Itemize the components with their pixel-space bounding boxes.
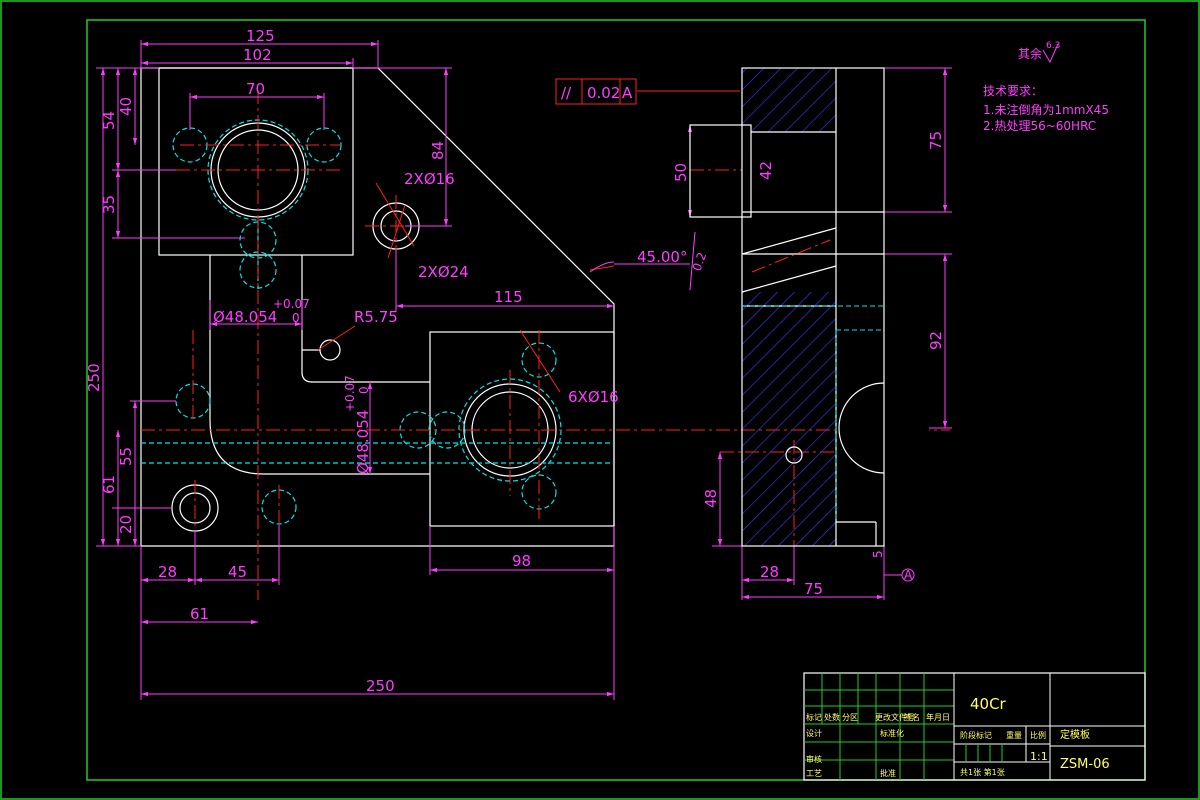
bore-a: Ø48.054	[213, 308, 277, 326]
dim-left-250: 250	[85, 363, 103, 392]
dim-left-20: 20	[117, 515, 135, 534]
dim-84: 84	[429, 141, 447, 160]
dim-bottom-61: 61	[190, 605, 209, 623]
tb-mark: 标记	[806, 712, 822, 722]
tb-design: 设计	[806, 728, 822, 738]
tb-material: 40Cr	[970, 695, 1007, 713]
tb-zone: 分区	[842, 713, 858, 722]
callout-2x24: 2XØ24	[418, 263, 469, 281]
dim-bottom-28: 28	[158, 563, 177, 581]
dim-bottom-250: 250	[366, 677, 395, 695]
tb-approve: 批准	[880, 768, 896, 778]
tb-stage: 阶段标记	[960, 730, 992, 740]
roughness-value: 6.3	[1046, 41, 1060, 51]
bore-b: Ø48.054	[354, 410, 372, 474]
tb-standard: 标准化	[880, 728, 904, 738]
tb-scale: 1:1	[1030, 750, 1048, 763]
tb-weight: 重量	[1006, 730, 1022, 740]
bore-a-tol-low: 0	[292, 311, 300, 325]
dim-left-40: 40	[117, 97, 135, 116]
callout-r575: R5.75	[354, 308, 398, 326]
side-75: 75	[927, 131, 945, 150]
side-view	[689, 67, 929, 547]
bore-b-tol-up: +0.07	[343, 375, 357, 412]
tb-scale-label: 比例	[1030, 730, 1046, 740]
tol-value: 0.02	[587, 84, 620, 102]
tb-count: 处数	[824, 712, 840, 722]
side-92: 92	[927, 331, 945, 350]
side-75b: 75	[804, 580, 823, 598]
tol-symbol: //	[561, 84, 572, 102]
callout-6x16: 6XØ16	[568, 388, 619, 406]
tech-notes: 其余 6.3 技术要求： 1.未注倒角为1mmX45 2.热处理56~60HRC	[983, 41, 1109, 133]
tb-review: 审核	[806, 754, 822, 764]
tb-sheets: 共1张 第1张	[960, 767, 1005, 777]
note-1: 1.未注倒角为1mmX45	[983, 102, 1109, 117]
tolerance-frame: // 0.02 A	[555, 78, 637, 105]
side-02: 0.2	[690, 250, 710, 273]
tb-sign: 签名	[904, 712, 920, 722]
side-5: 5	[871, 550, 885, 558]
dim-left-55: 55	[117, 447, 135, 466]
dim-102: 102	[243, 46, 272, 64]
side-48: 48	[702, 489, 720, 508]
tb-process: 工艺	[806, 769, 822, 778]
note-title: 技术要求：	[983, 84, 1043, 98]
bore-b-tol-low: 0	[357, 386, 371, 394]
dim-125: 125	[246, 27, 275, 45]
dim-left-61: 61	[100, 475, 118, 494]
tb-date: 年月日	[926, 712, 950, 722]
dim-45deg: 45.00°	[637, 248, 687, 266]
datum-mark: A	[884, 568, 915, 582]
tb-part-name: 定模板	[1060, 728, 1090, 741]
roughness-label: 其余	[1018, 46, 1042, 61]
callout-2x16: 2XØ16	[404, 170, 455, 188]
title-block: 标记 处数 分区 更改文件号 签名 年月日 设计 审核 工艺 标准化 批准 阶段…	[803, 672, 1146, 781]
dim-bottom-98: 98	[512, 552, 531, 570]
dim-left-54: 54	[100, 111, 118, 130]
tb-drawing-no: ZSM-06	[1060, 757, 1110, 772]
bore-a-tol-up: +0.07	[273, 297, 310, 311]
datum-label: A	[904, 568, 913, 582]
cad-drawing: 125 102 70 84 54 40 35 250 55 61 20 28 4…	[0, 0, 1200, 800]
dim-bottom-45: 45	[228, 563, 247, 581]
dim-115: 115	[494, 288, 523, 306]
dim-70: 70	[246, 80, 265, 98]
tol-datum: A	[622, 84, 633, 102]
front-view	[140, 67, 615, 547]
side-28: 28	[760, 563, 779, 581]
dim-left-35: 35	[100, 195, 118, 214]
side-42: 42	[757, 161, 775, 180]
side-50: 50	[672, 163, 690, 182]
note-2: 2.热处理56~60HRC	[983, 119, 1096, 133]
